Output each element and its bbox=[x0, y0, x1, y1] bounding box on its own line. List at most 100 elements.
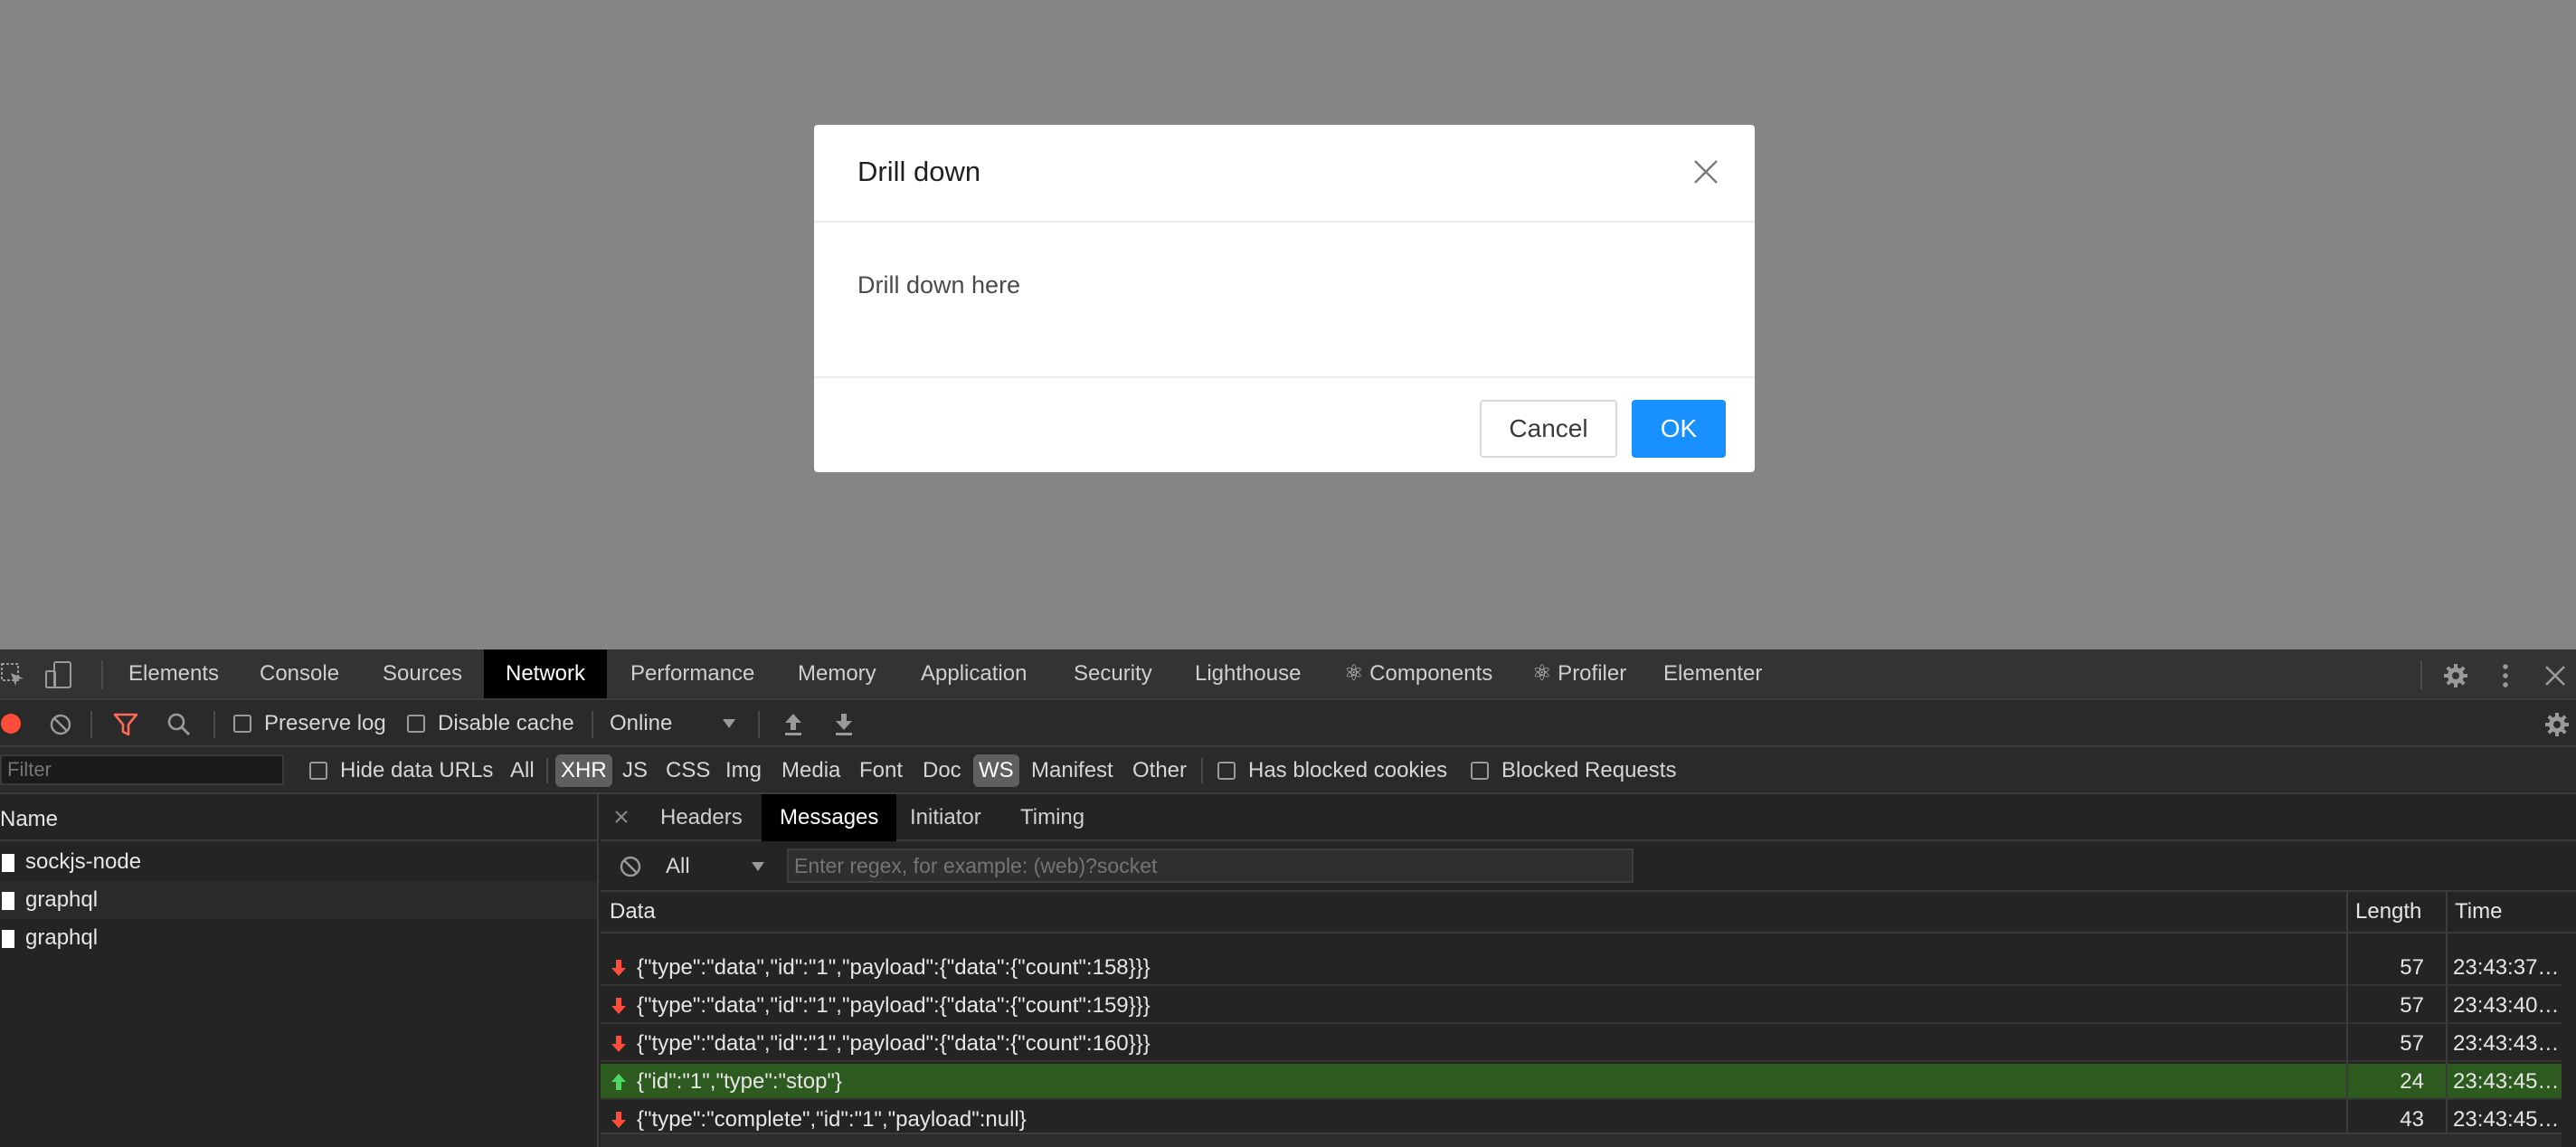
type-filter-media[interactable]: Media bbox=[776, 754, 846, 787]
time-column-divider bbox=[2446, 892, 2448, 1147]
received-arrow-icon bbox=[611, 1036, 626, 1052]
type-filter-doc[interactable]: Doc bbox=[917, 754, 967, 787]
close-detail-icon[interactable] bbox=[615, 810, 628, 823]
message-time: 23:43:43… bbox=[2453, 1031, 2560, 1056]
request-row[interactable]: sockjs-node bbox=[0, 843, 597, 881]
clear-messages-icon[interactable] bbox=[619, 855, 642, 878]
toolbar-divider bbox=[90, 711, 92, 738]
tab-initiator[interactable]: Initiator bbox=[892, 794, 999, 841]
message-length: 24 bbox=[2400, 1069, 2424, 1094]
blocked-requests-label: Blocked Requests bbox=[1501, 758, 1677, 782]
blocked-requests-checkbox[interactable] bbox=[1471, 762, 1489, 780]
message-time: 23:43:37… bbox=[2453, 955, 2560, 980]
type-filter-manifest[interactable]: Manifest bbox=[1026, 754, 1119, 787]
device-toolbar-icon[interactable] bbox=[43, 660, 76, 689]
message-data: {"type":"data","id":"1","payload":{"data… bbox=[637, 1031, 1151, 1056]
received-arrow-icon bbox=[611, 1112, 626, 1128]
filter-icon[interactable] bbox=[112, 711, 139, 738]
tab-memory[interactable]: Memory bbox=[776, 649, 898, 698]
length-column-header[interactable]: Length bbox=[2355, 899, 2421, 924]
message-data: {"id":"1","type":"stop"} bbox=[637, 1069, 842, 1094]
time-column-header[interactable]: Time bbox=[2455, 899, 2502, 924]
throttling-select[interactable]: Online bbox=[610, 711, 672, 736]
disable-cache-checkbox[interactable] bbox=[407, 715, 425, 733]
has-blocked-cookies-checkbox[interactable] bbox=[1217, 762, 1236, 780]
tabbar-divider bbox=[101, 660, 103, 689]
toolbar-divider-4 bbox=[758, 711, 760, 738]
tab-console[interactable]: Console bbox=[238, 649, 361, 698]
export-har-icon[interactable] bbox=[832, 711, 856, 736]
type-filter-ws[interactable]: WS bbox=[973, 754, 1019, 787]
type-filter-js[interactable]: JS bbox=[617, 754, 653, 787]
length-column-divider bbox=[2346, 892, 2348, 1147]
settings-gear-icon[interactable] bbox=[2442, 662, 2469, 689]
import-har-icon[interactable] bbox=[781, 711, 805, 736]
tab-lighthouse[interactable]: Lighthouse bbox=[1173, 649, 1322, 698]
request-type-icon bbox=[2, 854, 14, 872]
type-filter-other[interactable]: Other bbox=[1127, 754, 1192, 787]
record-icon[interactable] bbox=[0, 713, 22, 735]
chevron-down-icon[interactable] bbox=[722, 718, 736, 729]
filter-input[interactable] bbox=[0, 754, 284, 785]
horizontal-scrollbar[interactable] bbox=[601, 1133, 2562, 1147]
request-row[interactable]: graphql bbox=[0, 881, 597, 919]
type-filter-img[interactable]: Img bbox=[720, 754, 767, 787]
message-length: 57 bbox=[2400, 955, 2424, 980]
message-time: 23:43:45… bbox=[2453, 1069, 2560, 1094]
type-filter-all[interactable]: All bbox=[505, 754, 540, 787]
message-row[interactable]: {"type":"data","id":"1","payload":{"data… bbox=[601, 1026, 2562, 1062]
received-arrow-icon bbox=[611, 998, 626, 1014]
tab-performance[interactable]: Performance bbox=[609, 649, 776, 698]
preserve-log-checkbox[interactable] bbox=[233, 715, 251, 733]
tab-headers[interactable]: Headers bbox=[642, 794, 761, 841]
inspect-element-icon[interactable] bbox=[0, 662, 25, 687]
tab-security[interactable]: Security bbox=[1052, 649, 1174, 698]
tab-sources[interactable]: Sources bbox=[361, 649, 484, 698]
messages-filterbar: All bbox=[601, 841, 2576, 892]
toolbar-divider-2 bbox=[213, 711, 215, 738]
tab-profiler[interactable]: ⚛ Profiler bbox=[1511, 649, 1648, 698]
modal-footer: Cancel OK bbox=[814, 376, 1755, 472]
cancel-button[interactable]: Cancel bbox=[1480, 400, 1617, 458]
type-filter-css[interactable]: CSS bbox=[660, 754, 715, 787]
tab-application[interactable]: Application bbox=[899, 649, 1048, 698]
page-backdrop: Drill down Drill down here Cancel OK bbox=[0, 0, 2576, 649]
tab-elements[interactable]: Elements bbox=[107, 649, 241, 698]
toolbar-divider-3 bbox=[592, 711, 593, 738]
message-time: 23:43:40… bbox=[2453, 993, 2560, 1018]
close-icon[interactable] bbox=[1691, 157, 1720, 186]
message-row[interactable]: {"type":"data","id":"1","payload":{"data… bbox=[601, 988, 2562, 1024]
chevron-down-icon[interactable] bbox=[751, 861, 765, 872]
ok-button[interactable]: OK bbox=[1632, 400, 1726, 458]
network-toolbar: Preserve log Disable cache Online bbox=[0, 700, 2576, 747]
message-type-select[interactable]: All bbox=[666, 854, 690, 879]
detail-tabbar: Headers Messages Initiator Timing bbox=[601, 794, 2576, 841]
modal-header: Drill down bbox=[814, 125, 1755, 223]
more-options-icon[interactable] bbox=[2496, 662, 2514, 689]
message-row-sent[interactable]: {"id":"1","type":"stop"} 24 23:43:45… bbox=[601, 1064, 2562, 1100]
request-type-icon bbox=[2, 930, 14, 948]
search-icon[interactable] bbox=[166, 712, 192, 737]
network-settings-icon[interactable] bbox=[2543, 711, 2571, 738]
hide-data-urls-label: Hide data URLs bbox=[340, 758, 494, 782]
name-column-header[interactable]: Name bbox=[0, 807, 58, 832]
devtools-tabbar: Elements Console Sources Network Perform… bbox=[0, 649, 2576, 700]
tab-elementer[interactable]: Elementer bbox=[1642, 649, 1784, 698]
modal-body-text: Drill down here bbox=[857, 271, 1021, 299]
request-name: sockjs-node bbox=[25, 849, 142, 874]
tab-network[interactable]: Network bbox=[484, 649, 608, 698]
hide-data-urls-checkbox[interactable] bbox=[309, 762, 327, 780]
message-row[interactable]: {"type":"data","id":"1","payload":{"data… bbox=[601, 950, 2562, 986]
tab-timing[interactable]: Timing bbox=[1002, 794, 1103, 841]
clear-icon[interactable] bbox=[49, 713, 72, 736]
type-filter-font[interactable]: Font bbox=[854, 754, 908, 787]
tab-messages[interactable]: Messages bbox=[762, 794, 897, 841]
close-devtools-icon[interactable] bbox=[2543, 664, 2567, 687]
type-filter-xhr[interactable]: XHR bbox=[555, 754, 612, 787]
tab-components[interactable]: ⚛ Components bbox=[1322, 649, 1514, 698]
preserve-log-label: Preserve log bbox=[264, 711, 386, 735]
request-row[interactable]: graphql bbox=[0, 919, 597, 957]
regex-filter-input[interactable] bbox=[787, 848, 1634, 883]
data-column-header[interactable]: Data bbox=[610, 899, 656, 924]
network-filterbar: Hide data URLs All XHR JS CSS Img Media … bbox=[0, 747, 2576, 794]
